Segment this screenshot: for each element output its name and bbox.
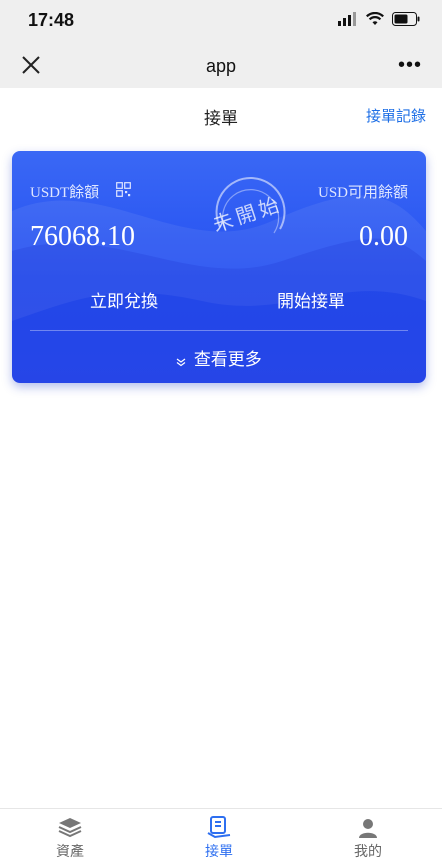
tab-mine[interactable]: 我的 xyxy=(318,815,418,861)
view-more-button[interactable]: 查看更多 xyxy=(12,345,426,370)
signal-icon xyxy=(338,12,356,26)
status-bar: 17:48 xyxy=(0,0,442,42)
stamp-text: 未開始 xyxy=(210,192,286,236)
usd-available-value: 0.00 xyxy=(359,221,408,252)
layers-icon xyxy=(58,818,82,838)
not-started-stamp: 未開始 xyxy=(210,177,286,237)
nav-title: app xyxy=(205,56,237,76)
battery-icon xyxy=(392,12,420,26)
tab-assets-label: 資產 xyxy=(56,843,84,859)
chevron-down-double-icon xyxy=(176,353,190,368)
usdt-balance-value: 76068.10 xyxy=(30,221,135,252)
more-options-icon[interactable]: ••• xyxy=(398,54,422,77)
tab-orders[interactable]: 接單 xyxy=(169,815,269,861)
view-more-label: 查看更多 xyxy=(193,350,262,369)
person-icon xyxy=(359,819,377,838)
usdt-balance-label: USDT餘額 xyxy=(30,185,100,201)
balance-card: USDT餘額 USD可用餘額 76068.10 0.00 未開始 立即兌換 開始… xyxy=(12,151,426,383)
card-divider xyxy=(30,330,408,331)
wifi-icon xyxy=(366,12,384,25)
tab-mine-label: 我的 xyxy=(354,843,382,859)
usd-available-label: USD可用餘額 xyxy=(317,185,408,201)
status-time: 17:48 xyxy=(28,10,75,30)
tab-orders-label: 接單 xyxy=(205,843,233,859)
tab-assets[interactable]: 資產 xyxy=(20,815,120,861)
status-icons xyxy=(338,12,420,26)
exchange-now-button[interactable]: 立即兌換 xyxy=(90,287,158,312)
bottom-tab-bar: 資產 接單 我的 xyxy=(0,808,442,864)
order-records-link[interactable]: 接單記錄 xyxy=(366,105,426,126)
order-icon xyxy=(207,816,231,839)
page-header: 接單 接單記錄 xyxy=(0,88,442,140)
nav-bar: app ••• xyxy=(0,42,442,88)
start-orders-button[interactable]: 開始接單 xyxy=(277,287,345,312)
qr-code-icon[interactable] xyxy=(116,182,131,197)
